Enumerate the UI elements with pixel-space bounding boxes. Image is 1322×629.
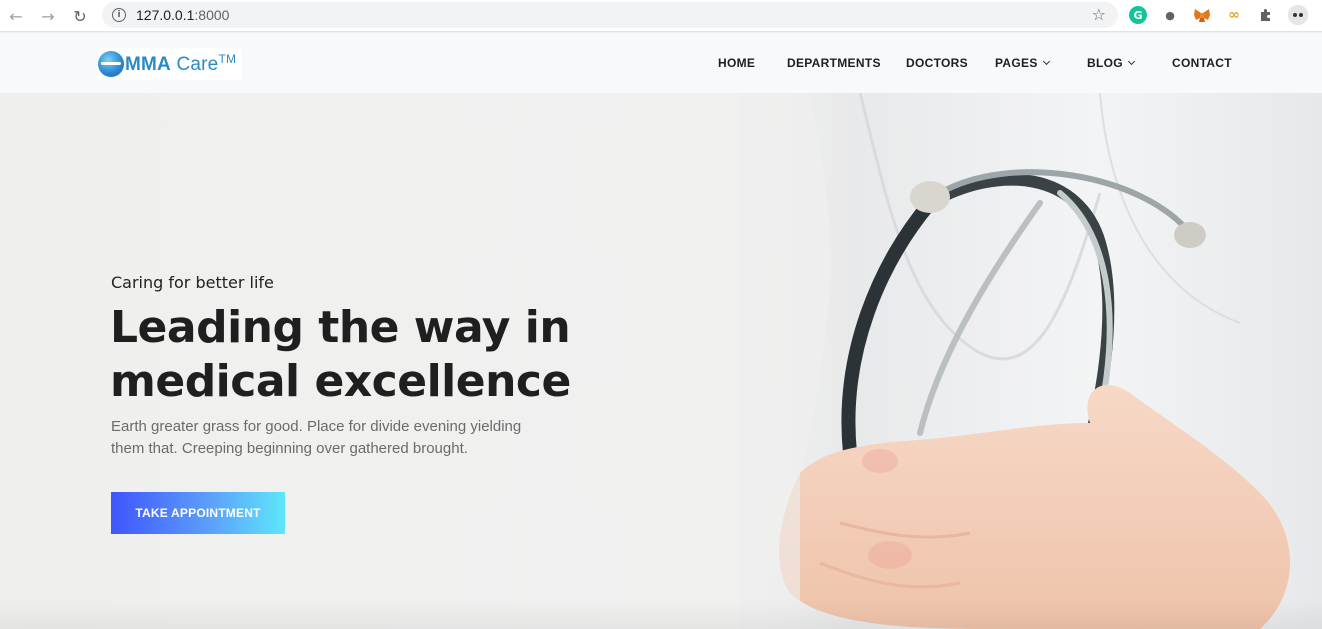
hero-description: Earth greater grass for good. Place for …: [111, 418, 522, 457]
nav-home[interactable]: HOME: [718, 56, 755, 70]
back-arrow-icon[interactable]: ←: [5, 5, 27, 27]
hero-subtitle: Caring for better life: [111, 273, 274, 292]
nav-pages[interactable]: PAGES: [995, 56, 1050, 70]
nav-doctors[interactable]: DOCTORS: [906, 56, 968, 70]
site-logo[interactable]: MMA CareTM: [97, 48, 243, 80]
hero-headline: Leading the way in medical excellence: [110, 301, 670, 409]
nav-blog[interactable]: BLOG: [1087, 56, 1135, 70]
nav-contact-label: CONTACT: [1172, 56, 1232, 70]
puzzle-extensions-icon[interactable]: [1257, 6, 1275, 24]
browser-toolbar: ← → ↻ i 127.0.0.1:8000 ☆ G ● ∞: [0, 0, 1322, 32]
infinity-ext-icon[interactable]: ∞: [1225, 6, 1243, 24]
nav-contact[interactable]: CONTACT: [1172, 56, 1232, 70]
logo-text: MMA CareTM: [125, 52, 237, 75]
metamask-fox-icon[interactable]: [1193, 6, 1211, 24]
logo-globe-icon: [98, 51, 124, 77]
reload-icon[interactable]: ↻: [69, 5, 91, 27]
grammarly-icon[interactable]: G: [1129, 6, 1147, 24]
nav-departments-label: DEPARTMENTS: [787, 56, 881, 70]
take-appointment-button[interactable]: TAKE APPOINTMENT: [111, 492, 285, 534]
doctor-stethoscope-photo: [740, 93, 1322, 629]
nav-doctors-label: DOCTORS: [906, 56, 968, 70]
forward-arrow-icon[interactable]: →: [37, 5, 59, 27]
address-bar[interactable]: i 127.0.0.1:8000 ☆: [102, 2, 1118, 28]
maps-pin-icon[interactable]: ●: [1161, 6, 1179, 24]
nav-pages-label: PAGES: [995, 56, 1038, 70]
url-text[interactable]: 127.0.0.1:8000: [136, 7, 229, 23]
bookmark-star-icon[interactable]: ☆: [1092, 5, 1106, 24]
info-icon[interactable]: i: [112, 8, 126, 22]
url-host: 127.0.0.1: [136, 7, 195, 23]
chevron-down-icon: [1127, 57, 1135, 66]
nav-blog-label: BLOG: [1087, 56, 1123, 70]
hero-section: Caring for better life Leading the way i…: [0, 93, 1322, 629]
url-port: :8000: [194, 7, 230, 23]
site-header: MMA CareTM HOME DEPARTMENTS DOCTORS PAGE…: [0, 33, 1322, 93]
hero-bottom-shade: [0, 599, 1322, 629]
hero-headline-line1: Leading the way in: [110, 302, 571, 353]
hero-headline-line2: medical excellence: [110, 356, 571, 407]
nav-departments[interactable]: DEPARTMENTS: [787, 56, 881, 70]
chevron-down-icon: [1042, 57, 1050, 66]
nav-home-label: HOME: [718, 56, 756, 70]
profile-avatar-icon[interactable]: [1288, 5, 1308, 25]
